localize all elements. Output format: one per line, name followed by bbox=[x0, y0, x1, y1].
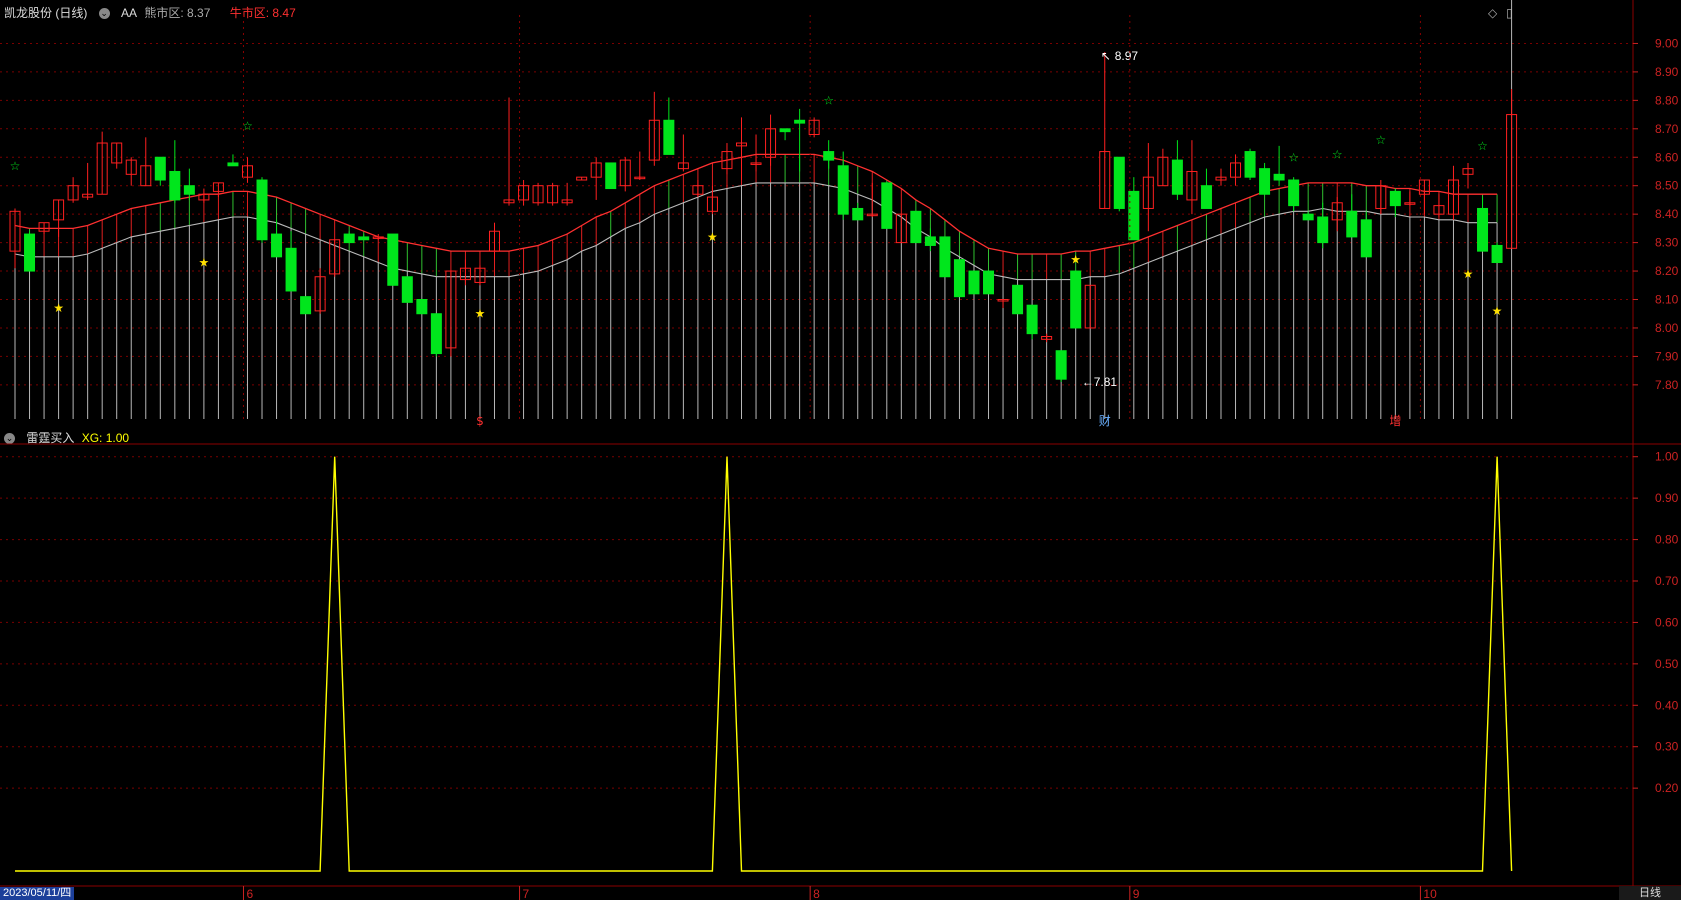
price-tick-label: 8.20 bbox=[1655, 264, 1679, 278]
month-label: 8 bbox=[813, 887, 820, 900]
hollow-star-marker: ☆ bbox=[1332, 147, 1343, 161]
candle-body bbox=[24, 233, 36, 272]
candle-body bbox=[1113, 156, 1125, 209]
candle-body bbox=[300, 296, 312, 315]
price-tick-label: 7.80 bbox=[1655, 378, 1679, 392]
month-label: 10 bbox=[1423, 887, 1437, 900]
candle-body bbox=[416, 299, 428, 315]
event-marker: 增 bbox=[1389, 414, 1401, 428]
candle-body bbox=[910, 210, 922, 244]
hollow-star-marker: ☆ bbox=[823, 93, 834, 107]
candle-body bbox=[924, 236, 936, 246]
candle-body bbox=[1171, 159, 1183, 195]
candle-body bbox=[953, 259, 965, 298]
price-tick-label: 8.50 bbox=[1655, 179, 1679, 193]
candle-body bbox=[1360, 219, 1372, 258]
signal-tick-label: 0.70 bbox=[1655, 574, 1679, 588]
candle-body bbox=[837, 165, 849, 215]
candle-body bbox=[1200, 185, 1212, 209]
event-marker: 财 bbox=[1099, 414, 1111, 428]
signal-tick-label: 0.20 bbox=[1655, 781, 1679, 795]
candle-body bbox=[1012, 284, 1024, 315]
candle-body bbox=[794, 119, 806, 124]
month-label: 9 bbox=[1133, 887, 1140, 900]
candle-body bbox=[1288, 179, 1300, 207]
price-tick-label: 8.40 bbox=[1655, 207, 1679, 221]
candle-body bbox=[939, 236, 951, 278]
candle-body bbox=[1317, 216, 1329, 244]
hollow-star-marker: ☆ bbox=[1288, 150, 1299, 164]
candle-body bbox=[1055, 350, 1067, 380]
price-tick-label: 8.90 bbox=[1655, 65, 1679, 79]
candle-body bbox=[183, 185, 195, 195]
candle-body bbox=[1302, 213, 1314, 221]
chart-canvas[interactable]: 9.00 8.90 8.80 8.70 8.60 8.50 8.40 8.30 8.20 8.10… bbox=[0, 0, 1681, 900]
start-date: 2023/05/11/四 bbox=[0, 887, 75, 900]
signal-tick-label: 0.50 bbox=[1655, 657, 1679, 671]
candle-body bbox=[227, 162, 239, 167]
hollow-star-marker: ☆ bbox=[10, 159, 21, 173]
signal-tick-label: 0.30 bbox=[1655, 740, 1679, 754]
candle-body bbox=[1346, 210, 1358, 238]
candle-body bbox=[285, 247, 297, 292]
star-marker: ★ bbox=[1070, 253, 1081, 267]
signal-tick-label: 0.90 bbox=[1655, 491, 1679, 505]
price-tick-label: 8.60 bbox=[1655, 150, 1679, 164]
candle-body bbox=[387, 233, 399, 286]
star-marker: ★ bbox=[1492, 304, 1503, 318]
event-marker: $ bbox=[476, 414, 484, 428]
hollow-star-marker: ☆ bbox=[1375, 133, 1386, 147]
candle-body bbox=[1244, 151, 1256, 178]
candle-body bbox=[1259, 168, 1271, 195]
price-tick-label: 8.30 bbox=[1655, 236, 1679, 250]
high-arrow-icon: ↖ bbox=[1101, 49, 1111, 63]
period-button[interactable]: 日线 bbox=[1619, 886, 1681, 900]
star-marker: ★ bbox=[1463, 267, 1474, 281]
price-tick-label: 8.00 bbox=[1655, 321, 1679, 335]
candle-body bbox=[271, 233, 283, 258]
candle-body bbox=[154, 156, 166, 181]
star-marker: ★ bbox=[199, 256, 210, 270]
candle-body bbox=[968, 270, 980, 295]
star-marker: ★ bbox=[475, 307, 486, 321]
candle-body bbox=[358, 236, 370, 241]
price-tick-label: 8.70 bbox=[1655, 122, 1679, 136]
hollow-star-marker: ☆ bbox=[1477, 139, 1488, 153]
candle-body bbox=[169, 170, 181, 201]
star-marker: ★ bbox=[53, 301, 64, 315]
high-annotation: 8.97 bbox=[1115, 49, 1139, 63]
signal-tick-label: 1.00 bbox=[1655, 450, 1679, 464]
candle-body bbox=[1389, 190, 1401, 207]
candle-body bbox=[779, 128, 791, 133]
candle-body bbox=[1273, 173, 1285, 181]
month-label: 6 bbox=[246, 887, 253, 900]
candle-body bbox=[852, 207, 864, 221]
candle-body bbox=[605, 162, 617, 190]
low-annotation: ←7.81 bbox=[1082, 375, 1118, 389]
candle-body bbox=[1477, 207, 1489, 252]
signal-tick-label: 0.80 bbox=[1655, 533, 1679, 547]
candle-body bbox=[343, 233, 355, 244]
month-label: 7 bbox=[523, 887, 530, 900]
star-marker: ★ bbox=[707, 230, 718, 244]
candle-body bbox=[430, 313, 442, 355]
candle-body bbox=[823, 151, 835, 161]
price-tick-label: 7.90 bbox=[1655, 349, 1679, 363]
candle-body bbox=[256, 179, 268, 241]
price-tick-label: 9.00 bbox=[1655, 36, 1679, 50]
candle-body bbox=[1491, 244, 1503, 264]
candle-body bbox=[983, 270, 995, 295]
candle-body bbox=[1026, 304, 1038, 335]
price-tick-label: 8.10 bbox=[1655, 293, 1679, 307]
price-tick-label: 8.80 bbox=[1655, 93, 1679, 107]
candle-body bbox=[401, 276, 413, 303]
candle-body bbox=[881, 182, 893, 229]
signal-tick-label: 0.60 bbox=[1655, 615, 1679, 629]
candle-body bbox=[1070, 270, 1082, 329]
signal-tick-label: 0.40 bbox=[1655, 698, 1679, 712]
candle-body bbox=[663, 119, 675, 155]
